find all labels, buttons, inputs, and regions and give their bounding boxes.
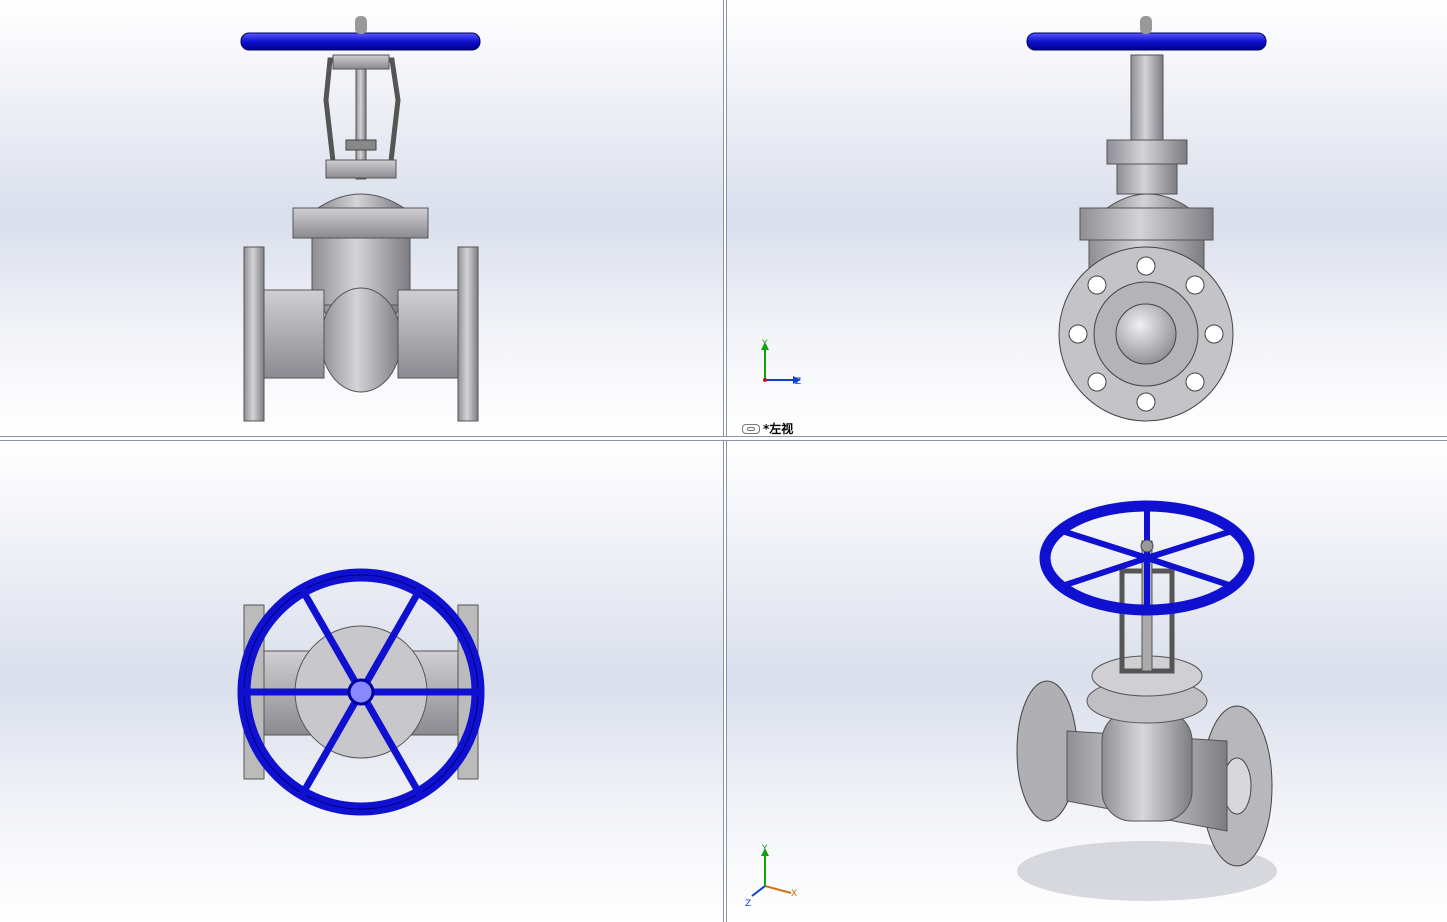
link-views-icon[interactable] [742, 423, 760, 434]
left-viewport[interactable]: Y Z *左视 [727, 0, 1447, 436]
iso-triad-z-label: Z [745, 899, 751, 909]
front-viewport[interactable] [0, 0, 723, 436]
iso-triad-y-label: Y [761, 844, 768, 854]
isometric-viewport[interactable]: Y X Z [727, 441, 1447, 922]
valve-front-drawing [240, 16, 481, 422]
valve-left-drawing: Y Z [761, 16, 1267, 422]
viewport-vertical-splitter[interactable] [723, 0, 727, 922]
triad-z-label: Z [795, 377, 801, 387]
valve-iso-drawing: Y X Z [745, 500, 1277, 909]
view-orientation-label: *左视 [742, 420, 793, 436]
triad-y-label: Y [761, 339, 768, 349]
top-viewport[interactable] [0, 441, 723, 922]
iso-triad-x-axis [764, 885, 792, 894]
iso-triad-z-axis [751, 885, 766, 897]
valve-top-drawing [237, 568, 485, 816]
viewport-horizontal-splitter[interactable] [0, 436, 1447, 441]
iso-triad-x-label: X [791, 889, 797, 899]
